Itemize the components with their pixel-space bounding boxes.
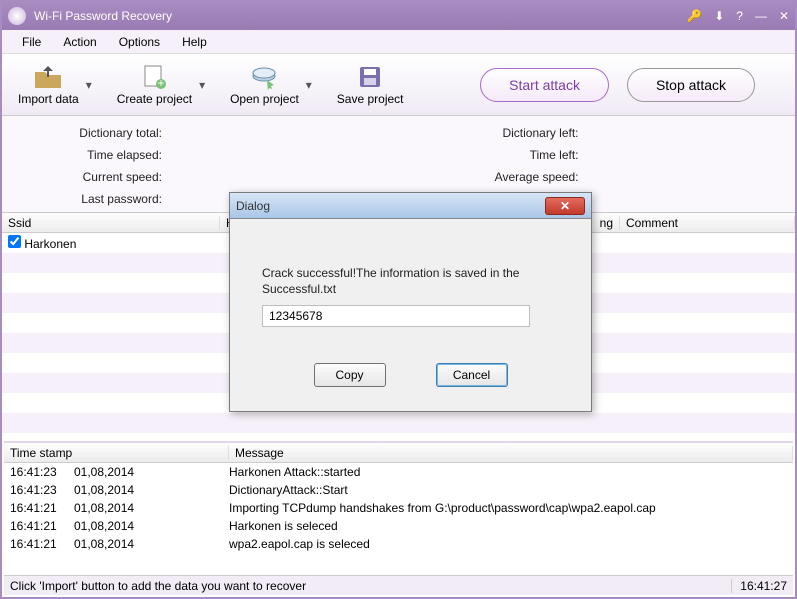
dict-left-label: Dictionary left: <box>459 126 579 140</box>
save-project-button[interactable]: Save project <box>333 62 408 108</box>
folder-import-icon <box>33 64 63 90</box>
log-message: DictionaryAttack::Start <box>229 483 793 497</box>
open-dropdown-icon[interactable]: ▾ <box>303 70 315 100</box>
log-row: 16:41:2101,08,2014Importing TCPdump hand… <box>4 499 793 517</box>
log-message: Harkonen Attack::started <box>229 465 793 479</box>
last-password-label: Last password: <box>42 192 162 206</box>
current-speed-label: Current speed: <box>42 170 162 184</box>
log-date: 01,08,2014 <box>74 519 229 533</box>
import-dropdown-icon[interactable]: ▾ <box>83 70 95 100</box>
log-panel: Time stamp Message 16:41:2301,08,2014Har… <box>4 441 793 575</box>
cancel-button[interactable]: Cancel <box>436 363 508 387</box>
log-row: 16:41:2301,08,2014Harkonen Attack::start… <box>4 463 793 481</box>
log-time: 16:41:21 <box>4 501 74 515</box>
stop-attack-button[interactable]: Stop attack <box>627 68 755 102</box>
key-icon[interactable]: 🔑 <box>687 9 702 23</box>
close-x-icon: ✕ <box>560 199 570 213</box>
statusbar: Click 'Import' button to add the data yo… <box>4 575 793 595</box>
import-data-button[interactable]: Import data <box>14 62 83 108</box>
log-row: 16:41:2101,08,2014wpa2.eapol.cap is sele… <box>4 535 793 553</box>
log-date: 01,08,2014 <box>74 501 229 515</box>
menu-file[interactable]: File <box>22 35 41 49</box>
status-clock: 16:41:27 <box>731 579 787 593</box>
dict-total-label: Dictionary total: <box>42 126 162 140</box>
log-row: 16:41:2101,08,2014Harkonen is seleced <box>4 517 793 535</box>
dialog-message: Crack successful!The information is save… <box>262 265 559 297</box>
ssid-value: Harkonen <box>24 237 76 251</box>
app-icon <box>8 7 26 25</box>
col-message[interactable]: Message <box>229 446 793 460</box>
log-time: 16:41:23 <box>4 483 74 497</box>
dialog-titlebar: Dialog ✕ <box>230 193 591 219</box>
close-icon[interactable]: ✕ <box>779 9 789 23</box>
help-icon[interactable]: ? <box>736 9 743 23</box>
log-time: 16:41:21 <box>4 519 74 533</box>
menu-options[interactable]: Options <box>119 35 160 49</box>
dialog-result-input[interactable] <box>262 305 530 327</box>
log-body: 16:41:2301,08,2014Harkonen Attack::start… <box>4 463 793 553</box>
menu-action[interactable]: Action <box>63 35 96 49</box>
log-message: Importing TCPdump handshakes from G:\pro… <box>229 501 793 515</box>
minimize-icon[interactable]: — <box>755 9 767 23</box>
col-status-frag[interactable]: ng <box>590 216 620 230</box>
create-dropdown-icon[interactable]: ▾ <box>196 70 208 100</box>
row-checkbox[interactable] <box>8 235 21 248</box>
toolbar: Import data ▾ + Create project ▾ Open pr… <box>2 54 795 116</box>
log-message: wpa2.eapol.cap is seleced <box>229 537 793 551</box>
col-timestamp[interactable]: Time stamp <box>4 446 229 460</box>
save-label: Save project <box>337 92 404 106</box>
dialog-close-button[interactable]: ✕ <box>545 197 585 215</box>
download-icon[interactable]: ⬇ <box>714 9 724 23</box>
log-date: 01,08,2014 <box>74 483 229 497</box>
log-time: 16:41:21 <box>4 537 74 551</box>
log-row: 16:41:2301,08,2014DictionaryAttack::Star… <box>4 481 793 499</box>
menu-help[interactable]: Help <box>182 35 207 49</box>
copy-button[interactable]: Copy <box>314 363 386 387</box>
start-attack-button[interactable]: Start attack <box>480 68 609 102</box>
open-project-button[interactable]: Open project <box>226 62 303 108</box>
import-label: Import data <box>18 92 79 106</box>
titlebar: Wi-Fi Password Recovery 🔑 ⬇ ? — ✕ <box>2 2 795 30</box>
log-date: 01,08,2014 <box>74 537 229 551</box>
status-hint: Click 'Import' button to add the data yo… <box>10 579 306 593</box>
col-comment[interactable]: Comment <box>620 216 795 230</box>
folder-open-icon <box>249 64 279 90</box>
save-icon <box>355 64 385 90</box>
menubar: File Action Options Help <box>2 30 795 54</box>
col-ssid[interactable]: Ssid <box>2 216 220 230</box>
log-message: Harkonen is seleced <box>229 519 793 533</box>
create-label: Create project <box>117 92 192 106</box>
log-time: 16:41:23 <box>4 465 74 479</box>
document-new-icon: + <box>139 64 169 90</box>
log-date: 01,08,2014 <box>74 465 229 479</box>
avg-speed-label: Average speed: <box>459 170 579 184</box>
create-project-button[interactable]: + Create project <box>113 62 196 108</box>
dialog: Dialog ✕ Crack successful!The informatio… <box>229 192 592 412</box>
time-left-label: Time left: <box>459 148 579 162</box>
dialog-title: Dialog <box>236 199 545 213</box>
table-row <box>2 413 795 433</box>
svg-text:+: + <box>158 76 165 90</box>
window-title: Wi-Fi Password Recovery <box>34 9 687 23</box>
open-label: Open project <box>230 92 299 106</box>
time-elapsed-label: Time elapsed: <box>42 148 162 162</box>
